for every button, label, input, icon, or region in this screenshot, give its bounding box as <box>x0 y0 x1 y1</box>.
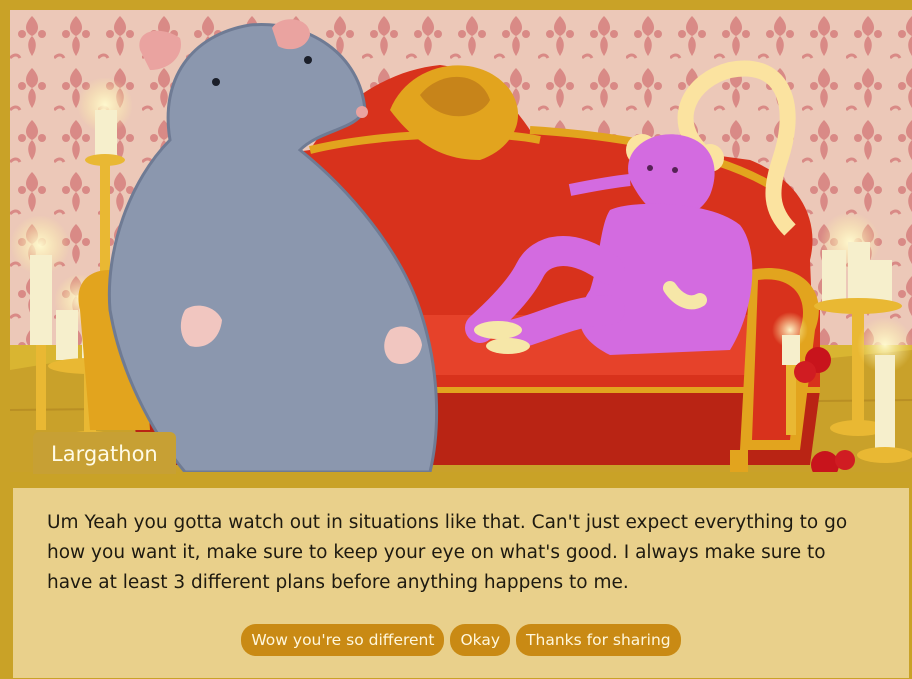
choice-list: Wow you're so different Okay Thanks for … <box>13 624 909 656</box>
dialog-text: Um Yeah you gotta watch out in situation… <box>47 512 848 593</box>
choice-button-thanks-for-sharing[interactable]: Thanks for sharing <box>516 624 681 656</box>
scene-svg <box>10 10 912 472</box>
game-frame: Largathon Um Yeah you gotta watch out in… <box>0 0 912 679</box>
choice-button-okay[interactable]: Okay <box>450 624 511 656</box>
speaker-name-tag: Largathon <box>33 432 176 474</box>
dialog-box: Um Yeah you gotta watch out in situation… <box>13 488 909 678</box>
scene-illustration <box>10 10 912 472</box>
choice-button-wow-so-different[interactable]: Wow you're so different <box>241 624 445 656</box>
